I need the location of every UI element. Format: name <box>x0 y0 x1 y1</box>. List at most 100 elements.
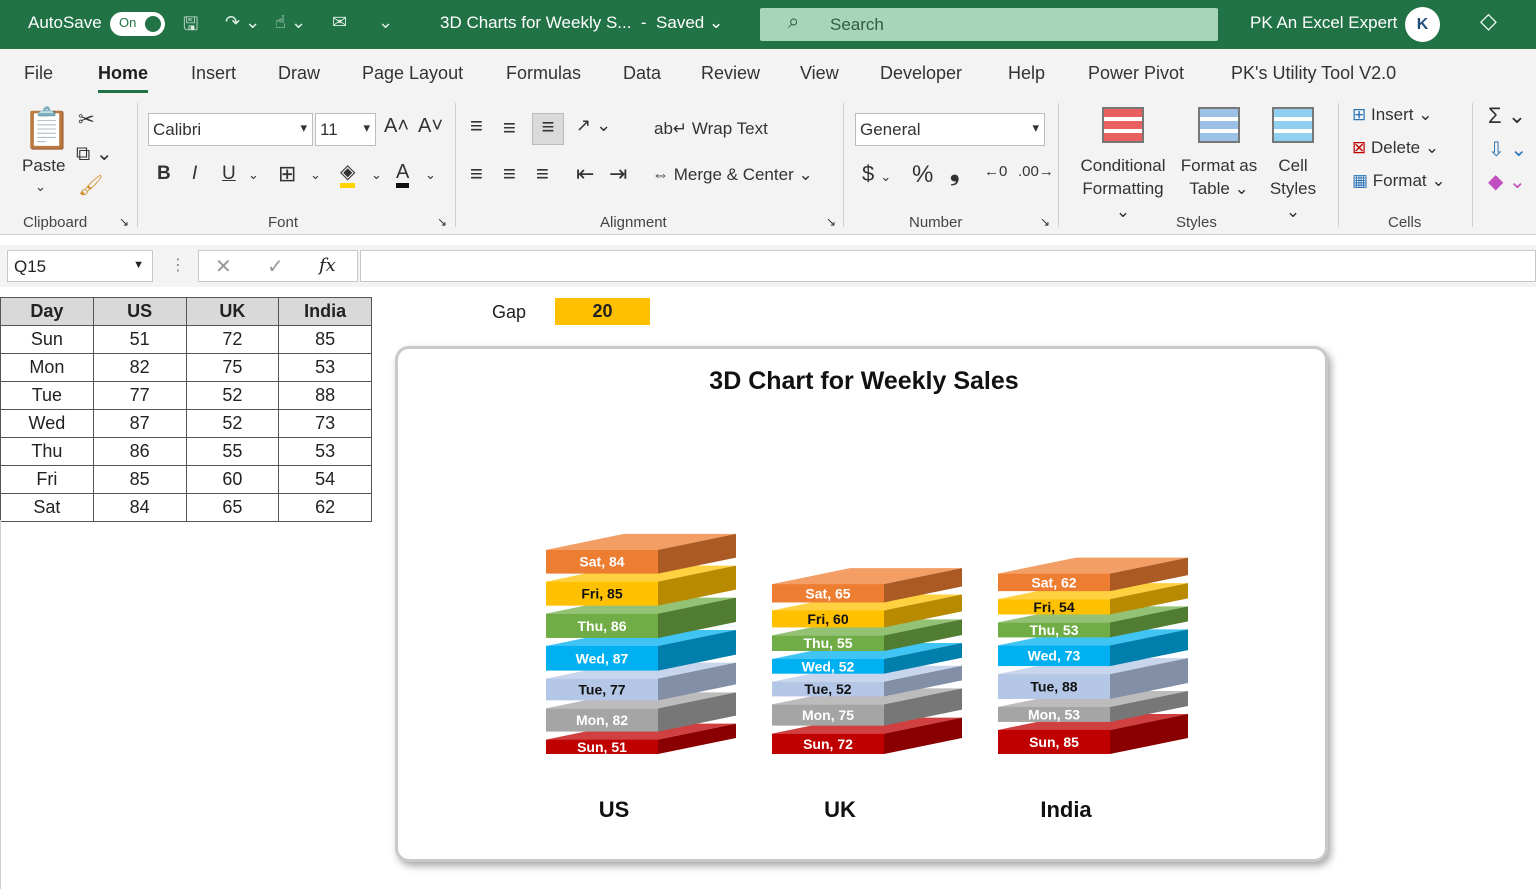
tab-formulas[interactable]: Formulas <box>506 63 581 84</box>
align-top-icon[interactable]: ≡ <box>470 113 483 139</box>
increase-indent-icon[interactable]: ⇥ <box>609 161 627 187</box>
more-options-icon[interactable]: ⋮ <box>170 255 186 275</box>
format-cells-button[interactable]: ▦ Format ⌄ <box>1352 171 1446 191</box>
premium-diamond-icon[interactable]: ◇ <box>1480 8 1497 34</box>
underline-dropdown-icon[interactable]: ⌄ <box>248 167 259 183</box>
cell[interactable]: 53 <box>278 437 372 466</box>
fill-color-icon[interactable]: ◈ <box>340 161 356 188</box>
tab-utility-tool[interactable]: PK's Utility Tool V2.0 <box>1231 63 1396 84</box>
cell[interactable]: 60 <box>185 465 280 494</box>
name-box[interactable]: Q15 ▼ <box>7 250 153 282</box>
number-format-combo[interactable]: General ▾ <box>855 113 1045 146</box>
decrease-font-icon[interactable]: A˅ <box>418 115 443 138</box>
gap-value-cell[interactable]: 20 <box>555 298 650 325</box>
orientation-icon[interactable]: ↗ ⌄ <box>576 115 611 136</box>
cell[interactable]: 62 <box>278 493 372 522</box>
cell[interactable]: 84 <box>92 493 187 522</box>
paste-icon[interactable]: 📋 <box>22 105 72 152</box>
format-as-table-button[interactable]: Format as Table ⌄ <box>1178 154 1260 200</box>
gap-label[interactable]: Gap <box>492 302 526 323</box>
customize-qat-icon[interactable]: ⌄ <box>378 12 393 33</box>
cell[interactable]: 85 <box>92 465 187 494</box>
tab-draw[interactable]: Draw <box>278 63 320 84</box>
tab-power-pivot[interactable]: Power Pivot <box>1088 63 1184 84</box>
insert-cells-button[interactable]: ⊞ Insert ⌄ <box>1352 105 1432 125</box>
cell[interactable]: 88 <box>278 381 372 410</box>
cell[interactable]: 54 <box>278 465 372 494</box>
formula-input[interactable] <box>360 250 1536 282</box>
alignment-launcher-icon[interactable]: ↘ <box>826 215 836 229</box>
currency-button[interactable]: $ ⌄ <box>862 161 891 187</box>
cell[interactable]: 73 <box>278 409 372 438</box>
align-bottom-icon[interactable]: ≡ <box>532 113 564 145</box>
cell[interactable]: 85 <box>278 325 372 354</box>
conditional-formatting-button[interactable]: Conditional Formatting ⌄ <box>1078 154 1168 223</box>
cell[interactable]: Sat <box>0 493 94 522</box>
font-name-combo[interactable]: Calibri ▾ <box>148 113 313 146</box>
cell[interactable]: Thu <box>0 437 94 466</box>
align-middle-icon[interactable]: ≡ <box>503 115 516 141</box>
header-cell[interactable]: UK <box>185 297 280 326</box>
cell[interactable]: Mon <box>0 353 94 382</box>
document-title[interactable]: 3D Charts for Weekly S... - Saved ⌄ <box>440 13 723 33</box>
save-icon[interactable]: 🖫 <box>183 12 198 42</box>
mail-icon[interactable]: ✉ <box>332 12 347 33</box>
cell[interactable]: 72 <box>185 325 280 354</box>
touch-mode-icon[interactable]: ☝ ⌄ <box>275 12 306 33</box>
header-cell[interactable]: Day <box>0 297 94 326</box>
cell[interactable]: 86 <box>92 437 187 466</box>
align-center-icon[interactable]: ≡ <box>503 161 516 187</box>
cell[interactable]: 53 <box>278 353 372 382</box>
increase-decimal-icon[interactable]: ←0 <box>984 163 1007 180</box>
decrease-decimal-icon[interactable]: .00→ <box>1018 163 1054 180</box>
autosave-toggle[interactable]: On <box>110 12 165 36</box>
font-color-icon[interactable]: A <box>396 161 410 188</box>
cell[interactable]: 77 <box>92 381 187 410</box>
align-right-icon[interactable]: ≡ <box>536 161 549 187</box>
cell[interactable]: Fri <box>0 465 94 494</box>
paste-dropdown-icon[interactable]: ⌄ <box>35 179 46 195</box>
tab-view[interactable]: View <box>800 63 839 84</box>
cell[interactable]: 55 <box>185 437 280 466</box>
tab-help[interactable]: Help <box>1008 63 1045 84</box>
tab-developer[interactable]: Developer <box>880 63 962 84</box>
cell[interactable]: 52 <box>185 381 280 410</box>
percent-button[interactable]: % <box>912 161 933 189</box>
cell[interactable]: 87 <box>92 409 187 438</box>
cell[interactable]: 82 <box>92 353 187 382</box>
decrease-indent-icon[interactable]: ⇤ <box>576 161 594 187</box>
tab-insert[interactable]: Insert <box>191 63 236 84</box>
fill-dropdown-icon[interactable]: ⌄ <box>371 167 382 183</box>
cell[interactable]: 65 <box>185 493 280 522</box>
cell[interactable]: 52 <box>185 409 280 438</box>
delete-cells-button[interactable]: ⊠ Delete ⌄ <box>1352 138 1439 158</box>
comma-style-icon[interactable]: ❟ <box>950 159 959 187</box>
borders-icon[interactable]: ⊞ <box>278 161 296 187</box>
tab-file[interactable]: File <box>24 63 53 84</box>
tab-page-layout[interactable]: Page Layout <box>362 63 463 84</box>
underline-button[interactable]: U <box>222 163 236 185</box>
avatar[interactable]: K <box>1405 7 1440 42</box>
font-launcher-icon[interactable]: ↘ <box>437 215 447 229</box>
chart-area[interactable]: 3D Chart for Weekly Sales Sun, 51 Mon, 82 T… <box>395 346 1328 862</box>
font-color-dropdown-icon[interactable]: ⌄ <box>425 167 436 183</box>
tab-home[interactable]: Home <box>98 63 149 93</box>
bold-button[interactable]: B <box>157 163 171 185</box>
cell-styles-button[interactable]: Cell Styles ⌄ <box>1262 154 1324 223</box>
number-launcher-icon[interactable]: ↘ <box>1040 215 1050 229</box>
borders-dropdown-icon[interactable]: ⌄ <box>310 167 321 183</box>
clear-icon[interactable]: ◆ ⌄ <box>1488 169 1526 194</box>
enter-icon[interactable]: ✓ <box>267 254 284 279</box>
search-box[interactable]: ⌕ Search <box>760 8 1218 41</box>
tab-data[interactable]: Data <box>623 63 661 84</box>
user-name[interactable]: PK An Excel Expert <box>1250 13 1397 33</box>
increase-font-icon[interactable]: A˄ <box>384 115 409 138</box>
merge-center-button[interactable]: ⇔ Merge & Center ⌄ <box>652 165 813 185</box>
format-painter-icon[interactable]: 🖌 <box>78 173 103 198</box>
cell[interactable]: 51 <box>92 325 187 354</box>
header-cell[interactable]: US <box>92 297 187 326</box>
cancel-icon[interactable]: ✕ <box>215 254 232 279</box>
cell[interactable]: 75 <box>185 353 280 382</box>
paste-button[interactable]: Paste <box>22 156 65 176</box>
cut-icon[interactable]: ✂ <box>78 107 95 132</box>
